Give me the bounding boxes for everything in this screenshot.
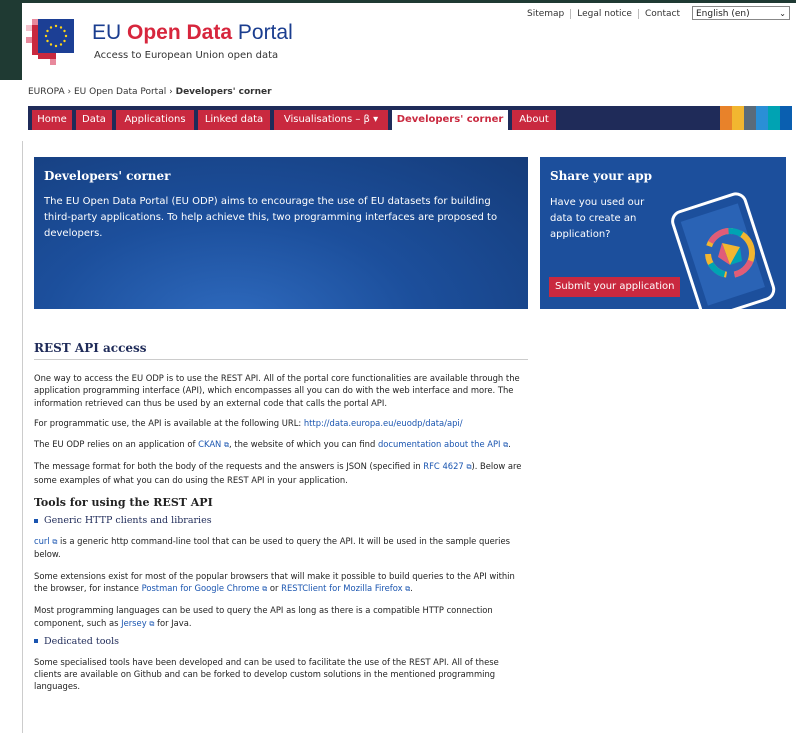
ckan-text-a: The EU ODP relies on an application of	[34, 439, 199, 450]
chevron-down-icon: ⌄	[779, 9, 786, 18]
tab-home[interactable]: Home	[32, 110, 72, 130]
share-title: Share your app	[550, 169, 653, 183]
breadcrumb: EUROPA › EU Open Data Portal › Developer…	[28, 87, 272, 97]
paragraph-curl: curl ⧉ is a generic http command-line to…	[34, 535, 528, 561]
api-url-text: For programmatic use, the API is availab…	[34, 417, 304, 428]
dedicated-tools-subheading: Dedicated tools	[34, 636, 528, 647]
language-select[interactable]: English (en) ⌄	[692, 6, 790, 20]
main-nav: Home Data Applications Linked data Visua…	[28, 106, 792, 130]
tab-data[interactable]: Data	[76, 110, 112, 130]
main-content: REST API access One way to access the EU…	[34, 341, 528, 693]
bullet-square-icon	[34, 518, 38, 523]
restclient-link[interactable]: RESTClient for Mozilla Firefox	[281, 583, 402, 593]
tab-visualisations[interactable]: Visualisations – β ▾	[274, 110, 388, 130]
site-subtitle: Access to European Union open data	[94, 50, 279, 61]
legal-notice-link[interactable]: Legal notice	[570, 9, 638, 19]
top-links: Sitemap Legal notice Contact	[521, 9, 686, 19]
page: EU Open Data Portal Access to European U…	[22, 3, 796, 733]
nav-color-stripes	[720, 106, 792, 130]
site-title-eu: EU	[92, 21, 128, 44]
window-corner	[0, 0, 22, 80]
share-your-app-panel: Share your app Have you used our data to…	[540, 157, 786, 309]
languages-text-b: for Java.	[154, 617, 192, 628]
language-value: English (en)	[696, 9, 750, 19]
ckan-text-c: .	[508, 439, 511, 450]
json-text-a: The message format for both the body of …	[34, 461, 424, 472]
generic-clients-label: Generic HTTP clients and libraries	[44, 515, 212, 527]
eu-flag-logo-icon[interactable]	[26, 19, 78, 67]
curl-text: is a generic http command-line tool that…	[34, 536, 511, 560]
paragraph-dedicated-tools: Some specialised tools have been develop…	[34, 656, 499, 692]
breadcrumb-portal[interactable]: EU Open Data Portal	[74, 87, 166, 97]
rfc-link[interactable]: RFC 4627	[423, 461, 463, 471]
bullet-square-icon	[34, 639, 38, 644]
site-title-portal: Portal	[232, 21, 293, 44]
tablet-app-illustration-icon	[671, 192, 776, 309]
sitemap-link[interactable]: Sitemap	[521, 9, 570, 19]
tab-developers-corner[interactable]: Developers' corner	[392, 110, 508, 130]
tab-about[interactable]: About	[512, 110, 556, 130]
developers-corner-banner: Developers' corner The EU Open Data Port…	[34, 157, 528, 309]
extensions-text-b: or	[267, 582, 282, 593]
languages-text-a: Most programming languages can be used t…	[34, 605, 493, 628]
banner-title: Developers' corner	[44, 169, 171, 183]
ckan-link[interactable]: CKAN	[198, 439, 221, 449]
breadcrumb-separator: ›	[169, 87, 173, 97]
paragraph-extensions: Some extensions exist for most of the po…	[34, 570, 528, 596]
paragraph-languages: Most programming languages can be used t…	[34, 604, 528, 630]
tab-applications[interactable]: Applications	[116, 110, 194, 130]
tab-linked-data[interactable]: Linked data	[198, 110, 270, 130]
rest-api-heading: REST API access	[34, 341, 528, 360]
share-text: Have you used our data to create an appl…	[550, 197, 645, 240]
curl-link[interactable]: curl	[34, 536, 50, 546]
postman-link[interactable]: Postman for Google Chrome	[142, 583, 260, 593]
breadcrumb-europa[interactable]: EUROPA	[28, 87, 65, 97]
breadcrumb-separator: ›	[67, 87, 72, 97]
paragraph-intro: One way to access the EU ODP is to use t…	[34, 373, 520, 408]
paragraph-api-url: For programmatic use, the API is availab…	[34, 417, 528, 429]
left-border	[22, 141, 23, 733]
submit-application-button[interactable]: Submit your application	[549, 277, 681, 297]
dedicated-tools-label: Dedicated tools	[44, 635, 120, 647]
api-url-link[interactable]: http://data.europa.eu/euodp/data/api/	[304, 418, 463, 428]
paragraph-ckan: The EU ODP relies on an application of C…	[34, 438, 528, 451]
site-title-open-data: Open Data	[127, 21, 233, 44]
generic-clients-subheading: Generic HTTP clients and libraries	[34, 515, 528, 526]
tools-heading: Tools for using the REST API	[34, 496, 213, 510]
contact-link[interactable]: Contact	[637, 9, 686, 19]
ckan-text-b: , the website of which you can find	[228, 439, 378, 450]
breadcrumb-current: Developers' corner	[175, 87, 272, 97]
extensions-text-c: .	[410, 582, 413, 593]
jersey-link[interactable]: Jersey	[121, 618, 147, 628]
api-documentation-link[interactable]: documentation about the API	[378, 439, 501, 449]
site-title[interactable]: EU Open Data Portal	[92, 21, 293, 45]
banner-text: The EU Open Data Portal (EU ODP) aims to…	[44, 196, 498, 239]
paragraph-json: The message format for both the body of …	[34, 460, 528, 486]
